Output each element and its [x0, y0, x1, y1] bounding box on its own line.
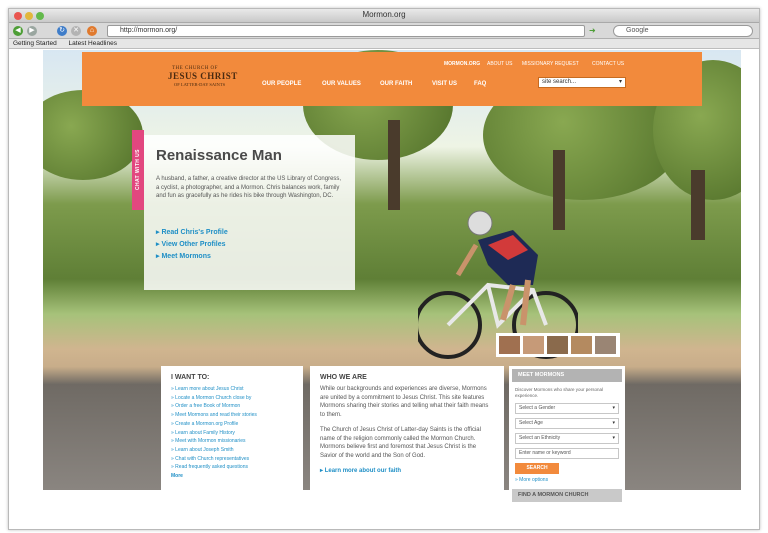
chat-with-us-tab[interactable]: CHAT WITH US [132, 130, 144, 210]
list-item[interactable]: » Meet Mormons and read their stories [171, 411, 303, 420]
profile-thumbnail[interactable] [523, 336, 544, 354]
meet-mormons-panel: MEET MORMONS Discover Mormons who share … [509, 366, 625, 529]
i-want-to-panel: I WANT TO: » Learn more about Jesus Chri… [161, 366, 303, 491]
nav-faq[interactable]: FAQ [474, 81, 486, 87]
profile-thumbnail[interactable] [499, 336, 520, 354]
gender-select[interactable]: Select a Gender ▾ [515, 403, 619, 414]
who-we-are-para-2: The Church of Jesus Christ of Latter-day… [320, 427, 481, 459]
gender-select-value: Select a Gender [519, 405, 556, 411]
dropdown-arrow-icon: ▾ [612, 420, 615, 426]
bookmark-getting-started[interactable]: Getting Started [13, 40, 57, 47]
site-header: THE CHURCH OF JESUS CHRIST OF LATTER-DAY… [82, 52, 702, 106]
who-we-are-heading: WHO WE ARE [320, 374, 367, 381]
learn-more-link[interactable]: ▸ Learn more about our faith [310, 467, 504, 474]
more-options-link[interactable]: » More options [509, 477, 625, 483]
find-church-heading[interactable]: FIND A MORMON CHURCH [512, 489, 622, 502]
browser-window: Mormon.org ◀ ▶ ↻ ✕ ⌂ http://mormon.org/ … [8, 8, 760, 530]
topnav-missionary-request[interactable]: MISSIONARY REQUEST [522, 61, 579, 67]
title-bar: Mormon.org [9, 9, 759, 23]
learn-more-label: Learn more about our faith [324, 468, 402, 474]
dropdown-arrow-icon: ▾ [612, 435, 615, 441]
forward-icon[interactable]: ▶ [27, 26, 37, 36]
more-options-label: More options [519, 477, 549, 483]
nav-our-faith[interactable]: OUR FAITH [380, 81, 412, 87]
list-item-label: Meet Mormons and read their stories [175, 412, 257, 419]
read-profile-link[interactable]: ▸ Read Chris's Profile [156, 227, 228, 239]
name-keyword-input[interactable]: Enter name or keyword [515, 448, 619, 459]
feature-description: A husband, a father, a creative director… [156, 176, 342, 200]
list-item[interactable]: » Create a Mormon.org Profile [171, 420, 303, 429]
profile-thumbnail[interactable] [547, 336, 568, 354]
topnav-mormon-org[interactable]: MORMON.ORG [444, 61, 480, 67]
list-item[interactable]: » Locate a Mormon Church close by [171, 394, 303, 403]
view-profiles-label: View Other Profiles [161, 241, 226, 248]
i-want-to-list: » Learn more about Jesus Christ » Locate… [161, 385, 303, 481]
topnav-contact-us[interactable]: CONTACT US [592, 61, 624, 67]
list-item-label: Learn about Joseph Smith [175, 446, 234, 453]
list-item[interactable]: » Learn about Joseph Smith [171, 446, 303, 455]
who-we-are-panel: WHO WE ARE While our backgrounds and exp… [310, 366, 504, 529]
more-link[interactable]: More [171, 472, 303, 481]
dropdown-arrow-icon: ▾ [618, 79, 622, 85]
site-search-placeholder: site search... [542, 79, 577, 85]
read-profile-label: Read Chris's Profile [161, 229, 228, 236]
meet-mormons-label: Meet Mormons [161, 253, 211, 260]
browser-search-input[interactable]: Google [613, 25, 753, 37]
dropdown-arrow-icon: ▾ [612, 405, 615, 411]
meet-mormons-intro: Discover Mormons who share your personal… [515, 387, 604, 398]
feature-links: ▸ Read Chris's Profile ▸ View Other Prof… [156, 227, 228, 263]
list-item[interactable]: » Chat with Church representatives [171, 455, 303, 464]
profile-thumbnails [496, 333, 620, 357]
tree-trunk [691, 170, 705, 240]
search-button[interactable]: SEARCH [515, 463, 559, 474]
view-profiles-link[interactable]: ▸ View Other Profiles [156, 239, 228, 251]
list-item-label: Order a free Book of Mormon [175, 403, 241, 410]
list-item[interactable]: » Order a free Book of Mormon [171, 402, 303, 411]
list-item[interactable]: » Learn more about Jesus Christ [171, 385, 303, 394]
profile-thumbnail[interactable] [595, 336, 616, 354]
url-input[interactable]: http://mormon.org/ [107, 25, 585, 37]
site-search-input[interactable]: site search... ▾ [538, 77, 626, 88]
church-logo[interactable]: JESUS CHRIST [168, 71, 238, 81]
list-item[interactable]: » Learn about Family History [171, 429, 303, 438]
bookmarks-bar: Getting Started Latest Headlines [9, 39, 759, 49]
age-select-value: Select Age [519, 420, 543, 426]
list-item-label: Read frequently asked questions [175, 464, 248, 471]
feature-panel: Renaissance Man A husband, a father, a c… [144, 135, 355, 290]
home-icon[interactable]: ⌂ [87, 26, 97, 36]
nav-our-values[interactable]: OUR VALUES [322, 81, 361, 87]
list-item[interactable]: » Read frequently asked questions [171, 463, 303, 472]
age-select[interactable]: Select Age ▾ [515, 418, 619, 429]
profile-thumbnail[interactable] [571, 336, 592, 354]
list-item-label: Learn about Family History [175, 429, 235, 436]
ethnicity-select-value: Select an Ethnicity [519, 435, 561, 441]
list-item-label: Create a Mormon.org Profile [175, 420, 239, 427]
meet-mormons-heading: MEET MORMONS [512, 369, 622, 382]
list-item-label: Learn more about Jesus Christ [175, 386, 244, 392]
ethnicity-select[interactable]: Select an Ethnicity ▾ [515, 433, 619, 444]
bookmark-latest-headlines[interactable]: Latest Headlines [69, 40, 117, 47]
nav-our-people[interactable]: OUR PEOPLE [262, 81, 301, 87]
list-item-label: Chat with Church representatives [175, 455, 250, 462]
tree-trunk [388, 120, 400, 210]
feature-title: Renaissance Man [156, 147, 282, 164]
reload-icon[interactable]: ↻ [57, 26, 67, 36]
stop-icon[interactable]: ✕ [71, 26, 81, 36]
list-item-label: Meet with Mormon missionaries [175, 438, 246, 445]
logo-bottom-text[interactable]: OF LATTER-DAY SAINTS [174, 82, 225, 87]
topnav-about-us[interactable]: ABOUT US [487, 61, 512, 67]
list-item-label: Locate a Mormon Church close by [175, 394, 252, 401]
meet-mormons-link[interactable]: ▸ Meet Mormons [156, 251, 228, 263]
list-item[interactable]: » Meet with Mormon missionaries [171, 437, 303, 446]
who-we-are-para-1: While our backgrounds and experiences ar… [320, 386, 489, 418]
go-icon[interactable]: ➜ [589, 26, 596, 35]
i-want-to-heading: I WANT TO: [171, 374, 210, 381]
back-icon[interactable]: ◀ [13, 26, 23, 36]
nav-visit-us[interactable]: VISIT US [432, 81, 457, 87]
browser-toolbar: ◀ ▶ ↻ ✕ ⌂ http://mormon.org/ ➜ Google [9, 23, 759, 39]
window-title: Mormon.org [362, 10, 406, 19]
web-page: THE CHURCH OF JESUS CHRIST OF LATTER-DAY… [9, 50, 759, 529]
